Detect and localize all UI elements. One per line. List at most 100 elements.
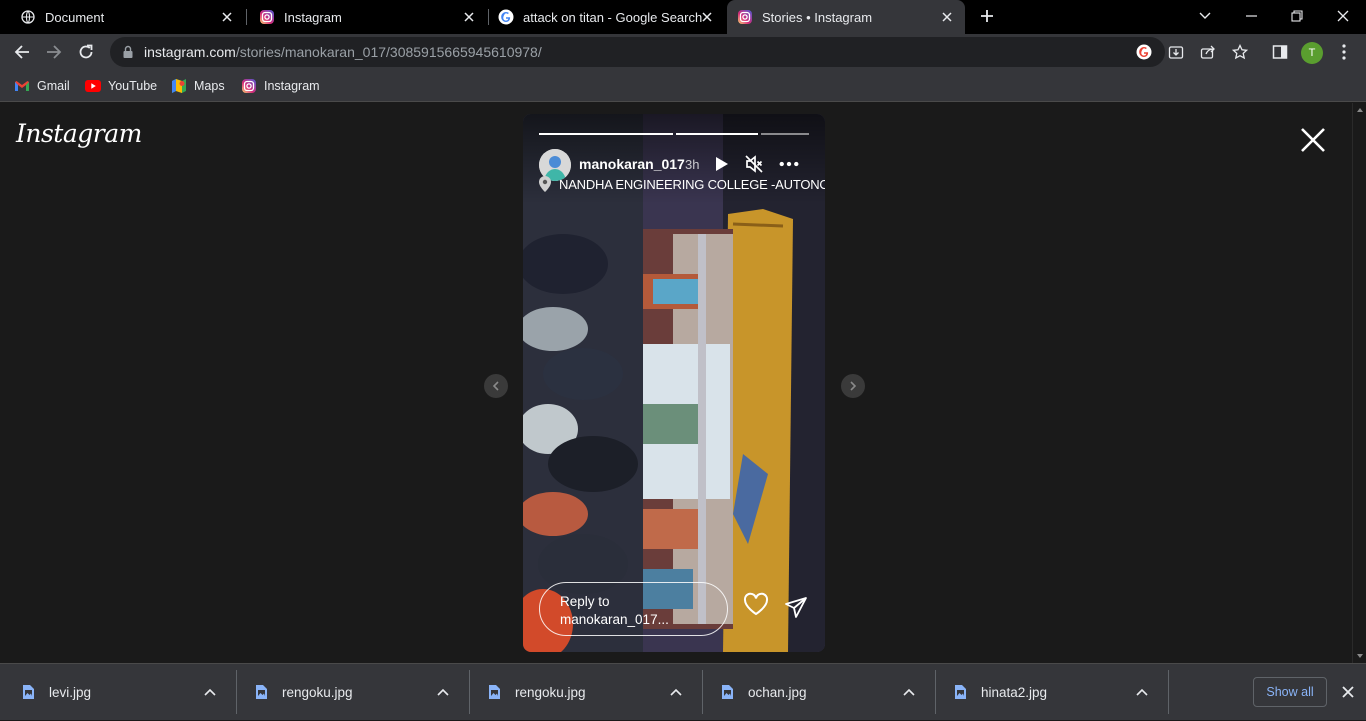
globe-icon <box>20 9 36 25</box>
youtube-icon <box>85 78 101 94</box>
instagram-stories-page: Instagram manokaran_017 3h NANDHA ENGINE… <box>0 103 1352 663</box>
tab-google-search[interactable]: attack on titan - Google Search <box>489 0 725 34</box>
share-button[interactable] <box>784 596 810 622</box>
download-filename: hinata2.jpg <box>981 685 1048 700</box>
tab-title: Instagram <box>284 9 342 25</box>
tab-title: Document <box>45 9 105 25</box>
close-tab-icon[interactable] <box>939 9 955 25</box>
bookmark-youtube[interactable]: YouTube <box>85 77 157 95</box>
story-timestamp: 3h <box>685 157 700 172</box>
tab-strip: Document Instagram attack on titan - Goo… <box>0 0 1366 34</box>
chevron-up-icon <box>204 688 216 696</box>
location-label: NANDHA ENGINEERING COLLEGE -AUTONOMOUS <box>559 176 825 192</box>
tab-stories-instagram[interactable]: Stories • Instagram <box>727 0 965 34</box>
story-username[interactable]: manokaran_017 <box>579 156 685 172</box>
like-button[interactable] <box>743 592 769 618</box>
browser-toolbar: instagram.com/stories/manokaran_017/3085… <box>0 34 1366 70</box>
bookmark-label: Maps <box>194 79 225 93</box>
bookmark-star-icon[interactable] <box>1231 43 1249 61</box>
close-tab-icon[interactable] <box>219 9 235 25</box>
previous-story-button[interactable] <box>484 374 508 398</box>
download-filename: levi.jpg <box>49 685 92 700</box>
instagram-icon <box>241 78 257 94</box>
story-viewer[interactable]: manokaran_017 3h NANDHA ENGINEERING COLL… <box>523 114 825 652</box>
reply-input[interactable]: Reply to manokaran_017... <box>539 582 728 636</box>
story-progress-segment <box>539 133 673 135</box>
arrow-left-icon <box>14 45 29 59</box>
download-item[interactable]: rengoku.jpg <box>466 664 703 721</box>
back-button[interactable] <box>10 40 34 64</box>
tab-instagram[interactable]: Instagram <box>250 0 487 34</box>
story-media-image <box>523 114 825 652</box>
profile-avatar[interactable]: T <box>1301 42 1323 64</box>
tab-title: attack on titan - Google Search <box>523 9 703 25</box>
bookmark-instagram[interactable]: Instagram <box>241 77 320 95</box>
more-options-button[interactable] <box>779 154 799 174</box>
download-filename: rengoku.jpg <box>282 685 353 700</box>
tab-title: Stories • Instagram <box>762 9 873 25</box>
download-item[interactable]: ochan.jpg <box>699 664 936 721</box>
downloads-bar: levi.jpg rengoku.jpg rengoku.jpg ochan.j… <box>0 663 1366 720</box>
play-button[interactable] <box>712 154 732 174</box>
google-lens-icon[interactable] <box>1135 43 1153 61</box>
page-scrollbar[interactable] <box>1352 103 1366 663</box>
download-item[interactable]: hinata2.jpg <box>932 664 1169 721</box>
instagram-logo[interactable]: Instagram <box>16 119 142 148</box>
restore-icon <box>1291 10 1303 22</box>
more-dots-icon <box>779 161 799 167</box>
story-progress-segment <box>761 133 809 135</box>
bookmark-maps[interactable]: Maps <box>171 77 225 95</box>
mute-button[interactable] <box>744 154 764 174</box>
show-all-downloads-button[interactable]: Show all <box>1253 677 1327 707</box>
bookmark-gmail[interactable]: Gmail <box>14 77 70 95</box>
image-file-icon <box>23 685 34 699</box>
image-file-icon <box>955 685 966 699</box>
close-tab-icon[interactable] <box>699 9 715 25</box>
close-downloads-icon[interactable] <box>1340 684 1356 700</box>
close-window-button[interactable] <box>1320 0 1366 32</box>
menu-kebab-icon[interactable] <box>1335 43 1353 61</box>
speaker-muted-icon <box>745 155 763 173</box>
url-host: instagram.com <box>144 44 236 60</box>
reload-button[interactable] <box>74 40 98 64</box>
download-filename: rengoku.jpg <box>515 685 586 700</box>
forward-button[interactable] <box>42 40 66 64</box>
tab-search-button[interactable] <box>1182 0 1228 32</box>
install-app-icon[interactable] <box>1167 43 1185 61</box>
close-icon <box>1301 128 1325 152</box>
instagram-icon <box>259 9 275 25</box>
image-file-icon <box>722 685 733 699</box>
story-progress-fill <box>539 133 673 135</box>
reply-placeholder: Reply to manokaran_017... <box>560 594 669 627</box>
new-tab-button[interactable] <box>975 0 999 32</box>
close-tab-icon[interactable] <box>461 9 477 25</box>
download-item[interactable]: levi.jpg <box>0 664 237 721</box>
story-progress-segment <box>676 133 758 135</box>
close-stories-button[interactable] <box>1300 127 1326 153</box>
chevron-left-icon <box>492 381 499 391</box>
chevron-up-icon <box>903 688 915 696</box>
download-separator <box>1168 670 1169 714</box>
bookmark-label: Instagram <box>264 79 320 93</box>
arrow-right-icon <box>47 45 62 59</box>
download-filename: ochan.jpg <box>748 685 807 700</box>
tab-document[interactable]: Document <box>0 0 245 34</box>
restore-button[interactable] <box>1274 0 1320 32</box>
next-story-button[interactable] <box>841 374 865 398</box>
send-icon <box>785 597 807 618</box>
side-panel-icon[interactable] <box>1271 43 1289 61</box>
chevron-right-icon <box>850 381 857 391</box>
location-pin-icon <box>539 176 551 192</box>
minimize-icon <box>1245 15 1257 17</box>
story-location[interactable]: NANDHA ENGINEERING COLLEGE -AUTONOMOUS <box>537 175 825 193</box>
google-icon <box>498 9 514 25</box>
minimize-button[interactable] <box>1228 0 1274 32</box>
bookmark-label: YouTube <box>108 79 158 93</box>
share-icon[interactable] <box>1199 43 1217 61</box>
bookmark-label: Gmail <box>37 79 70 93</box>
image-file-icon <box>256 685 267 699</box>
download-item[interactable]: rengoku.jpg <box>233 664 470 721</box>
chevron-up-icon <box>670 688 682 696</box>
gmail-icon <box>14 78 30 94</box>
address-bar[interactable]: instagram.com/stories/manokaran_017/3085… <box>110 37 1165 67</box>
